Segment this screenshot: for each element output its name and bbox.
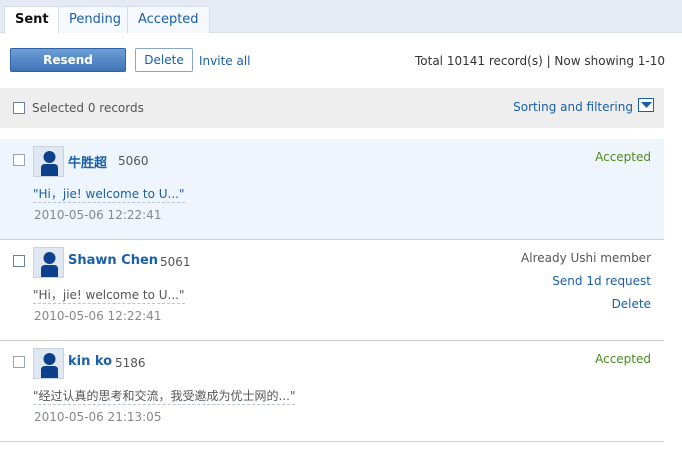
contact-name[interactable]: Shawn Chen [68, 253, 158, 268]
user-silhouette-icon [41, 353, 58, 378]
user-silhouette-icon [41, 151, 58, 176]
user-silhouette-icon [41, 252, 58, 277]
tab-pending[interactable]: Pending [58, 6, 132, 33]
contact-name[interactable]: 牛胜超 [68, 152, 107, 171]
avatar[interactable] [33, 348, 64, 379]
row-checkbox[interactable] [13, 255, 25, 267]
delete-link[interactable]: Delete [612, 297, 651, 311]
sorting-filtering-link[interactable]: Sorting and filtering [513, 100, 633, 114]
tab-bar: Sent Pending Accepted [0, 0, 682, 34]
status-text: Already Ushi member [521, 251, 651, 265]
avatar[interactable] [33, 146, 64, 177]
timestamp: 2010-05-06 12:22:41 [34, 309, 162, 323]
select-all-checkbox[interactable] [13, 102, 25, 114]
avatar[interactable] [33, 247, 64, 278]
send-request-link[interactable]: Send 1d request [552, 274, 651, 288]
selected-count: Selected 0 records [32, 101, 144, 115]
delete-button[interactable]: Delete [135, 48, 193, 72]
resend-invitation-button[interactable]: Resend invitation [10, 48, 126, 89]
sorting-dropdown-button[interactable] [638, 98, 654, 112]
records-summary: Total 10141 record(s) | Now showing 1-10 [414, 54, 665, 68]
list-item: kin ko 5186 "经过认真的思考和交流，我受邀成为优士网的..." 20… [0, 341, 664, 442]
row-checkbox[interactable] [13, 154, 25, 166]
list-item: 牛胜超 5060 "Hi，jie! welcome to U..." 2010-… [0, 139, 664, 240]
contact-id: 5060 [118, 154, 149, 168]
contact-id: 5186 [115, 356, 146, 370]
timestamp: 2010-05-06 21:13:05 [34, 410, 162, 424]
tab-sent[interactable]: Sent [4, 6, 60, 34]
invitation-message[interactable]: "经过认真的思考和交流，我受邀成为优士网的..." [33, 387, 296, 405]
list-item: Shawn Chen 5061 "Hi，jie! welcome to U...… [0, 240, 664, 341]
timestamp: 2010-05-06 12:22:41 [34, 208, 162, 222]
invite-all-link[interactable]: Invite all [199, 54, 251, 68]
contact-name[interactable]: kin ko [68, 354, 112, 369]
status-badge: Accepted [595, 352, 651, 366]
invitation-message[interactable]: "Hi，jie! welcome to U..." [33, 286, 185, 304]
row-checkbox[interactable] [13, 356, 25, 368]
invitation-message[interactable]: "Hi，jie! welcome to U..." [33, 185, 185, 203]
contact-id: 5061 [160, 255, 191, 269]
tab-accepted[interactable]: Accepted [127, 6, 210, 33]
status-badge: Accepted [595, 150, 651, 164]
